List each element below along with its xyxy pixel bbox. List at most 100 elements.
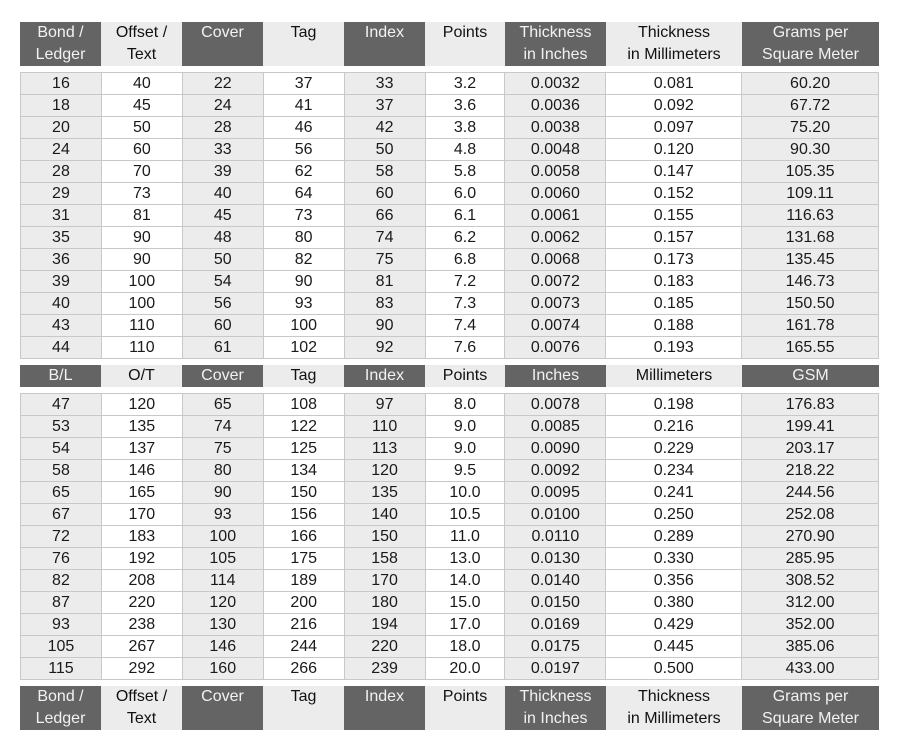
column-header-line1: Bond / <box>37 24 84 41</box>
cell-bond-ledger: 65 <box>21 482 102 504</box>
cell-tag: 73 <box>263 205 345 227</box>
cell-tag: 122 <box>263 416 345 438</box>
table-body-bottom: 47 120 65 108 97 8.0 0.0078 0.198 176.83 53 135 74 1… <box>20 393 879 680</box>
column-header-cover: Cover <box>182 22 263 66</box>
column-header-line2: in Millimeters <box>627 710 721 727</box>
column-header-line1: Offset / <box>115 24 168 41</box>
cell-gsm: 165.55 <box>742 337 879 359</box>
cell-points: 6.8 <box>425 249 506 271</box>
cell-gsm: 433.00 <box>742 658 879 680</box>
cell-bond-ledger: 16 <box>21 73 102 95</box>
column-header-line1: Index <box>364 688 405 705</box>
table-row: 53 135 74 122 110 9.0 0.0085 0.216 199.41 <box>21 416 879 438</box>
cell-thickness-inches: 0.0175 <box>505 636 607 658</box>
column-header-tag: Tag <box>263 22 344 66</box>
cell-cover: 160 <box>182 658 264 680</box>
cell-bond-ledger: 18 <box>21 95 102 117</box>
cell-bond-ledger: 115 <box>21 658 102 680</box>
table-row: 54 137 75 125 113 9.0 0.0090 0.229 203.17 <box>21 438 879 460</box>
column-header-line2: Ledger <box>35 710 86 727</box>
cell-offset-text: 50 <box>101 117 183 139</box>
column-header-line1: Bond / <box>37 688 84 705</box>
cell-offset-text: 192 <box>101 548 183 570</box>
cell-index: 74 <box>344 227 426 249</box>
cell-cover: 54 <box>182 271 264 293</box>
cell-bond-ledger: 54 <box>21 438 102 460</box>
cell-tag: 216 <box>263 614 345 636</box>
column-header-short-offset-text: O/T <box>101 365 182 387</box>
cell-index: 150 <box>344 526 426 548</box>
cell-index: 81 <box>344 271 426 293</box>
cell-offset-text: 170 <box>101 504 183 526</box>
cell-cover: 90 <box>182 482 264 504</box>
column-header-gsm: Grams per Square Meter <box>742 22 879 66</box>
cell-offset-text: 135 <box>101 416 183 438</box>
cell-bond-ledger: 20 <box>21 117 102 139</box>
cell-index: 37 <box>344 95 426 117</box>
cell-bond-ledger: 53 <box>21 416 102 438</box>
column-header-bond-ledger: Bond / Ledger <box>20 22 101 66</box>
cell-thickness-mm: 0.234 <box>606 460 743 482</box>
cell-tag: 93 <box>263 293 345 315</box>
cell-bond-ledger: 105 <box>21 636 102 658</box>
cell-cover: 114 <box>182 570 264 592</box>
cell-bond-ledger: 47 <box>21 394 102 416</box>
cell-thickness-mm: 0.193 <box>606 337 743 359</box>
cell-gsm: 105.35 <box>742 161 879 183</box>
cell-tag: 46 <box>263 117 345 139</box>
cell-thickness-mm: 0.173 <box>606 249 743 271</box>
cell-tag: 200 <box>263 592 345 614</box>
cell-gsm: 150.50 <box>742 293 879 315</box>
cell-cover: 28 <box>182 117 264 139</box>
column-header-line2: Text <box>126 46 157 63</box>
cell-index: 83 <box>344 293 426 315</box>
cell-offset-text: 60 <box>101 139 183 161</box>
cell-cover: 33 <box>182 139 264 161</box>
table-row: 29 73 40 64 60 6.0 0.0060 0.152 109.11 <box>21 183 879 205</box>
table-row: 67 170 93 156 140 10.5 0.0100 0.250 252.08 <box>21 504 879 526</box>
cell-index: 120 <box>344 460 426 482</box>
cell-gsm: 135.45 <box>742 249 879 271</box>
cell-bond-ledger: 58 <box>21 460 102 482</box>
cell-points: 20.0 <box>425 658 506 680</box>
column-header-line2: in Inches <box>523 46 588 63</box>
column-header-line1: Thickness <box>637 688 711 705</box>
column-header-line1: Thickness <box>519 24 592 41</box>
cell-cover: 61 <box>182 337 264 359</box>
cell-bond-ledger: 39 <box>21 271 102 293</box>
cell-cover: 50 <box>182 249 264 271</box>
cell-thickness-inches: 0.0038 <box>505 117 607 139</box>
cell-offset-text: 110 <box>101 337 183 359</box>
cell-gsm: 75.20 <box>742 117 879 139</box>
cell-tag: 266 <box>263 658 345 680</box>
cell-thickness-inches: 0.0068 <box>505 249 607 271</box>
table-row: 31 81 45 73 66 6.1 0.0061 0.155 116.63 <box>21 205 879 227</box>
cell-gsm: 352.00 <box>742 614 879 636</box>
cell-index: 58 <box>344 161 426 183</box>
cell-thickness-mm: 0.081 <box>606 73 743 95</box>
cell-thickness-inches: 0.0032 <box>505 73 607 95</box>
cell-thickness-inches: 0.0078 <box>505 394 607 416</box>
cell-bond-ledger: 28 <box>21 161 102 183</box>
cell-gsm: 203.17 <box>742 438 879 460</box>
cell-offset-text: 110 <box>101 315 183 337</box>
column-header-tag: Tag <box>263 686 344 730</box>
cell-points: 9.0 <box>425 438 506 460</box>
table-row: 72 183 100 166 150 11.0 0.0110 0.289 270.90 <box>21 526 879 548</box>
column-header-line1: Cover <box>201 688 244 705</box>
cell-points: 15.0 <box>425 592 506 614</box>
cell-bond-ledger: 43 <box>21 315 102 337</box>
cell-index: 50 <box>344 139 426 161</box>
cell-thickness-mm: 0.330 <box>606 548 743 570</box>
cell-offset-text: 137 <box>101 438 183 460</box>
cell-index: 75 <box>344 249 426 271</box>
paper-weight-conversion-table: Bond / Ledger Offset / Text Cover Tag Index Poi… <box>20 22 879 730</box>
cell-points: 9.0 <box>425 416 506 438</box>
cell-points: 13.0 <box>425 548 506 570</box>
cell-thickness-mm: 0.229 <box>606 438 743 460</box>
cell-thickness-mm: 0.445 <box>606 636 743 658</box>
cell-thickness-inches: 0.0076 <box>505 337 607 359</box>
cell-offset-text: 70 <box>101 161 183 183</box>
cell-thickness-mm: 0.152 <box>606 183 743 205</box>
cell-gsm: 218.22 <box>742 460 879 482</box>
